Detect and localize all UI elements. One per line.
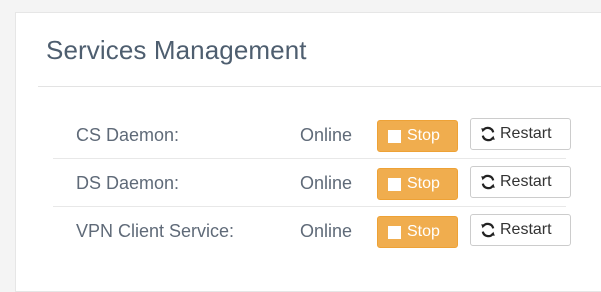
service-status: Online [300, 221, 353, 241]
restart-button[interactable]: Restart [470, 214, 571, 246]
services-management-panel: Services Management CS Daemon: Online St… [15, 12, 601, 292]
stop-icon [388, 129, 401, 143]
stop-icon [388, 225, 401, 239]
service-name: VPN Client Service: [76, 221, 235, 241]
service-row-vpn-client: VPN Client Service: Online Stop Restart [53, 207, 571, 255]
stop-icon [388, 177, 401, 191]
stop-button-label: Stop [407, 223, 440, 240]
restart-button-label: Restart [500, 125, 552, 142]
panel-title: Services Management [46, 35, 307, 65]
stop-button-label: Stop [407, 175, 440, 192]
restart-button[interactable]: Restart [470, 166, 571, 198]
service-name: CS Daemon: [76, 125, 180, 145]
title-divider [38, 86, 601, 87]
restart-button-label: Restart [500, 173, 552, 190]
stop-button-label: Stop [407, 127, 440, 144]
stop-button[interactable]: Stop [377, 168, 458, 200]
refresh-icon [480, 126, 496, 142]
refresh-icon [480, 222, 496, 238]
restart-button-label: Restart [500, 221, 552, 238]
stop-button[interactable]: Stop [377, 216, 458, 248]
service-status: Online [300, 173, 353, 193]
service-name: DS Daemon: [76, 173, 180, 193]
stop-button[interactable]: Stop [377, 120, 458, 152]
service-row-cs-daemon: CS Daemon: Online Stop Restart [53, 111, 571, 159]
refresh-icon [480, 174, 496, 190]
restart-button[interactable]: Restart [470, 118, 571, 150]
service-row-ds-daemon: DS Daemon: Online Stop Restart [53, 159, 571, 207]
service-status: Online [300, 125, 353, 145]
